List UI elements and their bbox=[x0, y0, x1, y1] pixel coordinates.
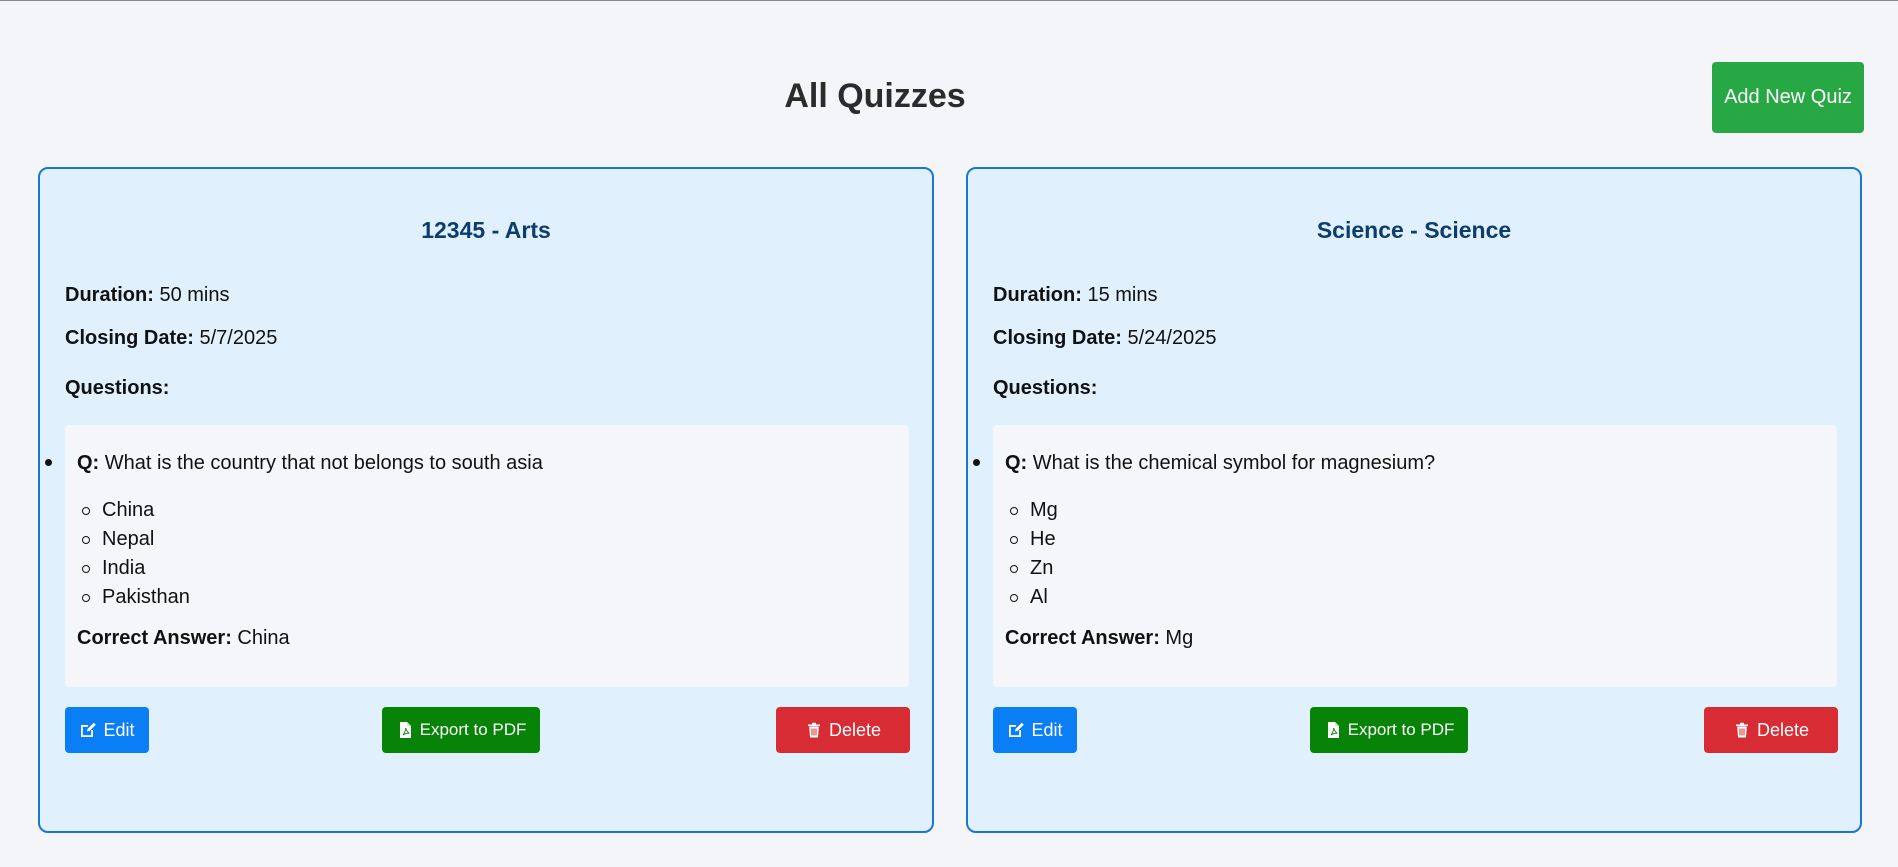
option-item: Mg bbox=[1005, 496, 1058, 525]
export-pdf-label: Export to PDF bbox=[1347, 720, 1455, 739]
option-item: India bbox=[77, 554, 190, 583]
correct-answer: Correct Answer: Mg bbox=[1005, 627, 1193, 650]
duration-field: Duration: 15 mins bbox=[993, 284, 1157, 307]
option-item: Zn bbox=[1005, 554, 1058, 583]
closing-date-field: Closing Date: 5/24/2025 bbox=[993, 327, 1216, 350]
quiz-title: 12345 - Arts bbox=[421, 217, 551, 243]
delete-button[interactable]: Delete bbox=[776, 707, 910, 753]
option-item: China bbox=[77, 496, 190, 525]
edit-button[interactable]: Edit bbox=[65, 707, 149, 753]
option-item: Pakisthan bbox=[77, 583, 190, 612]
correct-answer-value: Mg bbox=[1165, 627, 1194, 649]
correct-answer-label: Correct Answer: bbox=[77, 627, 232, 649]
correct-answer-value: China bbox=[237, 627, 290, 649]
option-item: Al bbox=[1005, 583, 1058, 612]
question-prefix: Q: bbox=[1005, 452, 1028, 474]
pdf-file-icon bbox=[396, 721, 414, 739]
closing-date-label: Closing Date: bbox=[65, 327, 194, 349]
edit-button[interactable]: Edit bbox=[993, 707, 1077, 753]
list-bullet bbox=[45, 459, 52, 466]
quiz-title: Science - Science bbox=[1316, 217, 1512, 243]
option-item: He bbox=[1005, 525, 1058, 554]
list-bullet bbox=[973, 459, 980, 466]
edit-icon bbox=[1007, 721, 1025, 739]
option-item: Nepal bbox=[77, 525, 190, 554]
options-list: Mg He Zn Al bbox=[1005, 496, 1058, 612]
closing-date-label: Closing Date: bbox=[993, 327, 1122, 349]
question-text: Q: What is the chemical symbol for magne… bbox=[1005, 452, 1435, 475]
closing-date-value: 5/24/2025 bbox=[1127, 327, 1217, 349]
duration-value: 50 mins bbox=[159, 284, 230, 306]
correct-answer: Correct Answer: China bbox=[77, 627, 290, 650]
questions-heading: Questions: bbox=[993, 377, 1098, 399]
top-divider bbox=[0, 0, 1898, 1]
duration-value: 15 mins bbox=[1087, 284, 1158, 306]
duration-label: Duration: bbox=[65, 284, 154, 306]
question-item: Q: What is the country that not belongs … bbox=[45, 425, 909, 687]
add-new-quiz-button[interactable]: Add New Quiz bbox=[1712, 62, 1864, 133]
pdf-file-icon bbox=[1324, 721, 1342, 739]
edit-label: Edit bbox=[1031, 719, 1063, 740]
export-pdf-button[interactable]: Export to PDF bbox=[382, 707, 540, 753]
options-list: China Nepal India Pakisthan bbox=[77, 496, 190, 612]
questions-heading: Questions: bbox=[65, 377, 170, 399]
duration-field: Duration: 50 mins bbox=[65, 284, 229, 307]
page-title: All Quizzes bbox=[784, 77, 966, 115]
quiz-card: Science - Science Duration: 15 mins Clos… bbox=[966, 167, 1862, 833]
export-pdf-label: Export to PDF bbox=[419, 720, 527, 739]
question-item: Q: What is the chemical symbol for magne… bbox=[973, 425, 1837, 687]
edit-label: Edit bbox=[103, 719, 135, 740]
question-prefix: Q: bbox=[77, 452, 100, 474]
edit-icon bbox=[79, 721, 97, 739]
duration-label: Duration: bbox=[993, 284, 1082, 306]
closing-date-field: Closing Date: 5/7/2025 bbox=[65, 327, 277, 350]
delete-button[interactable]: Delete bbox=[1704, 707, 1838, 753]
delete-label: Delete bbox=[1756, 719, 1810, 740]
trash-icon bbox=[1733, 721, 1751, 739]
closing-date-value: 5/7/2025 bbox=[199, 327, 278, 349]
quiz-card: 12345 - Arts Duration: 50 mins Closing D… bbox=[38, 167, 934, 833]
question-value: What is the chemical symbol for magnesiu… bbox=[1032, 452, 1436, 474]
delete-label: Delete bbox=[828, 719, 882, 740]
trash-icon bbox=[805, 721, 823, 739]
question-text: Q: What is the country that not belongs … bbox=[77, 452, 543, 475]
correct-answer-label: Correct Answer: bbox=[1005, 627, 1160, 649]
export-pdf-button[interactable]: Export to PDF bbox=[1310, 707, 1468, 753]
question-value: What is the country that not belongs to … bbox=[104, 452, 543, 474]
